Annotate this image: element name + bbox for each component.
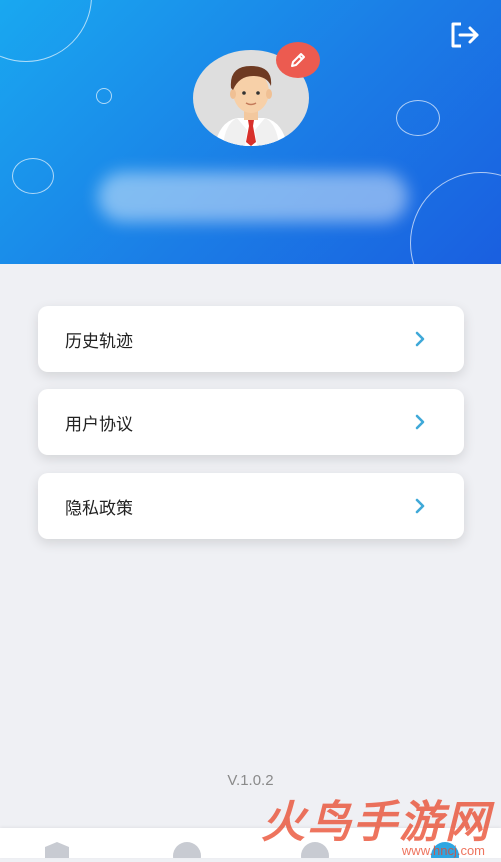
chevron-right-icon xyxy=(415,498,425,514)
decor-bubble xyxy=(396,100,440,136)
watermark-logo: 火鸟手游网 xyxy=(261,797,491,848)
profile-header xyxy=(0,0,501,264)
menu-item-privacy-policy[interactable]: 隐私政策 xyxy=(38,473,464,539)
decor-bubble xyxy=(410,172,501,264)
chevron-right-icon xyxy=(415,414,425,430)
logout-button[interactable] xyxy=(447,18,481,52)
tab-home[interactable] xyxy=(42,840,72,858)
chevron-right-icon xyxy=(415,331,425,347)
decor-bubble xyxy=(12,158,54,194)
logout-icon xyxy=(451,22,479,48)
decor-bubble xyxy=(0,0,92,62)
menu-item-label: 历史轨迹 xyxy=(65,331,133,352)
menu-item-label: 隐私政策 xyxy=(65,498,133,519)
menu-item-label: 用户协议 xyxy=(65,414,133,435)
username-blurred xyxy=(98,172,408,222)
menu-item-history[interactable]: 历史轨迹 xyxy=(38,306,464,372)
menu-item-user-agreement[interactable]: 用户协议 xyxy=(38,389,464,455)
decor-bubble xyxy=(96,88,112,104)
watermark-url: www.hncj.com xyxy=(401,843,485,858)
compass-icon xyxy=(173,842,201,862)
tab-explore[interactable] xyxy=(172,840,202,862)
edit-profile-button[interactable] xyxy=(276,42,320,78)
shield-icon xyxy=(45,842,69,858)
pencil-icon xyxy=(291,53,305,67)
